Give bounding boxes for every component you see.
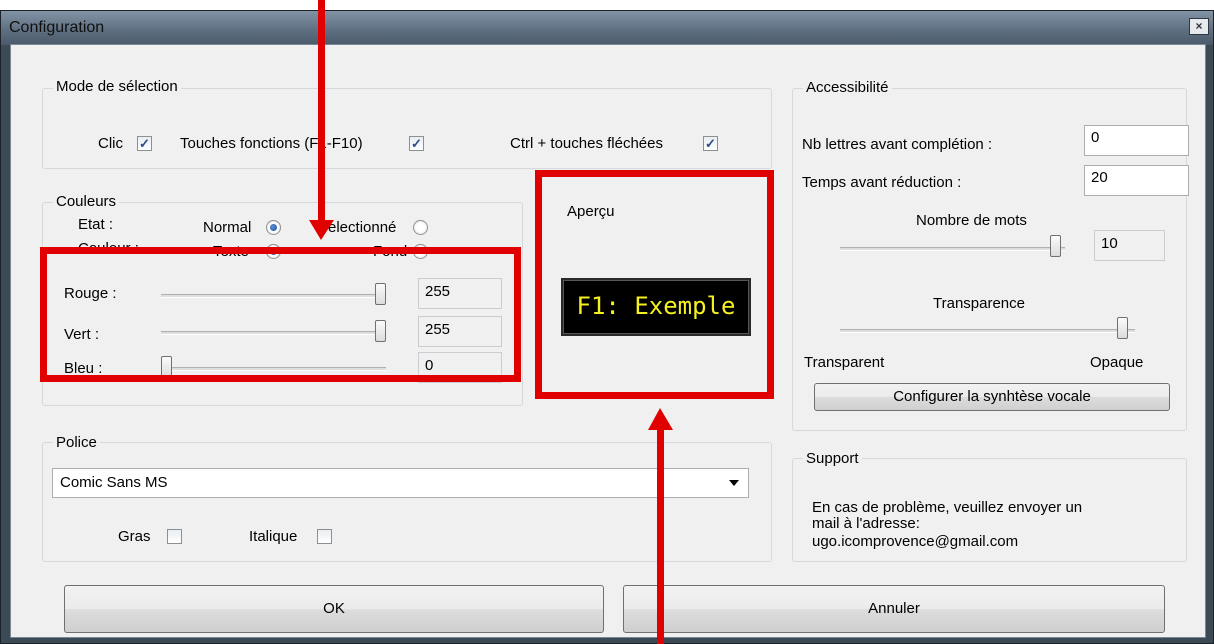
annotation-arrow-top [309,0,334,240]
annotation-arrow-bottom [648,408,673,644]
annotation-arrows [309,0,673,644]
